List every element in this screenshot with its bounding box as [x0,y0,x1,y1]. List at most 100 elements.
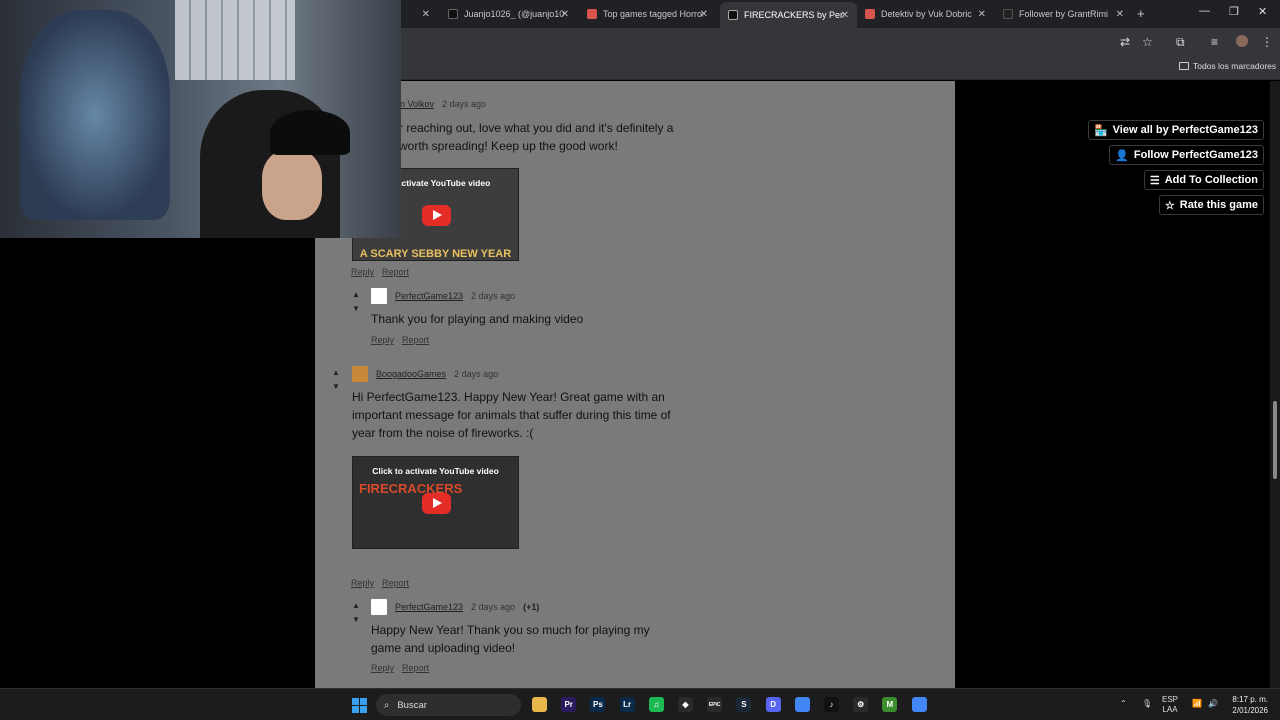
vote-controls: ▲ ▼ [349,288,363,316]
youtube-activate-caption: Click to activate YouTube video [372,466,499,476]
epic-icon[interactable]: EPIC [707,697,723,712]
comment-body: Thank you for playing and making video [371,312,584,326]
comment-meta: BoogadooGames 2 days ago [352,366,498,382]
tab-title: Detektiv by Vuk Dobric [881,9,972,19]
vote-controls: ▲ ▼ [329,366,343,394]
streamer-cap [270,110,350,155]
reply-link[interactable]: Reply [351,578,374,588]
tab-close-icon[interactable]: ✕ [561,9,569,20]
comment-date: 2 days ago [454,369,499,379]
chrome-2-icon[interactable] [911,697,927,712]
follow-user-icon: 👤 [1115,149,1129,162]
maximize-button[interactable]: ❐ [1229,5,1239,18]
streamer-face [262,150,322,220]
bookmarks-folder-label: Todos los marcadores [1193,61,1277,71]
avatar[interactable] [352,366,368,382]
tab-firecrackers[interactable]: FIRECRACKERS by Perfect ✕ [720,2,857,28]
file-explorer-icon[interactable] [532,697,547,712]
comment-meta: PerfectGame123 2 days ago [371,288,515,304]
all-bookmarks-folder[interactable]: Todos los marcadores [1179,61,1276,71]
windows-start-icon[interactable] [352,698,367,713]
language-indicator[interactable]: ESP LAA [1162,695,1178,715]
wifi-icon[interactable]: 📶 [1192,699,1202,709]
upvote-icon[interactable]: ▲ [349,599,363,613]
youtube-play-icon[interactable] [422,205,451,226]
report-link[interactable]: Report [402,663,429,673]
comment-author[interactable]: BoogadooGames [376,369,446,379]
rate-game-button[interactable]: ☆ Rate this game [1158,195,1264,215]
microphone-icon[interactable]: 🎙 [1142,699,1152,709]
reply-link[interactable]: Reply [351,267,374,277]
tab-tiktok[interactable]: Juanjo1026_ (@juanjo102 ✕ [440,4,577,24]
tab-close-icon[interactable]: ✕ [978,9,986,20]
new-tab-button[interactable]: + [1137,6,1145,21]
downvote-icon[interactable]: ▼ [349,302,363,316]
tab-top-horror[interactable]: Top games tagged Horror ✕ [579,4,716,24]
add-to-collection-label: Add To Collection [1164,174,1258,186]
profile-avatar[interactable] [1236,35,1248,47]
tab-0[interactable]: ✕ [402,4,438,24]
page-scrollbar[interactable] [1270,81,1280,688]
comment-author[interactable]: PerfectGame123 [395,291,463,301]
bookmark-star-icon[interactable]: ☆ [1142,35,1153,49]
downvote-icon[interactable]: ▼ [349,613,363,627]
media-controls-icon[interactable]: ≡ [1211,35,1218,49]
reply-link[interactable]: Reply [371,335,394,345]
tab-close-icon[interactable]: ✕ [422,9,430,20]
reply-link[interactable]: Reply [371,663,394,673]
close-window-button[interactable]: ✕ [1258,5,1267,18]
chrome-icon[interactable] [794,697,810,712]
taskbar-search[interactable]: ⌕ Buscar [376,694,521,716]
tab-close-icon[interactable]: ✕ [841,10,849,21]
tab-close-icon[interactable]: ✕ [700,9,708,20]
menu-kebab-icon[interactable]: ⋮ [1261,35,1273,49]
follow-button[interactable]: 👤 Follow PerfectGame123 [1109,145,1264,165]
tab-title: Follower by GrantRimi [1019,9,1109,19]
tiktok-icon[interactable]: ♪ [824,697,839,712]
steam-icon[interactable]: S [736,697,752,712]
tab-follower[interactable]: Follower by GrantRimi ✕ [995,4,1132,24]
scrollbar-thumb[interactable] [1273,401,1277,479]
tab-close-icon[interactable]: ✕ [1116,9,1124,20]
star-icon: ☆ [1164,199,1175,212]
windows-taskbar: ⌕ Buscar Pr Ps Lr ♫ ◆ EPIC S D ♪ ⚙ M ⌃ 🎙 ESP LAA 📶… [0,688,1280,720]
translate-icon[interactable]: ⇄ [1120,35,1130,49]
downvote-icon[interactable]: ▼ [329,380,343,394]
view-all-button[interactable]: 🏪 View all by PerfectGame123 [1087,120,1264,140]
webcam-overlay [0,0,401,238]
minimize-button[interactable]: — [1199,5,1210,17]
youtube-embed[interactable]: Click to activate YouTube video FIRECRAC… [352,456,519,549]
avatar[interactable] [371,288,387,304]
comment-actions: Reply Report [351,267,409,277]
comment-author[interactable]: PerfectGame123 [395,602,463,612]
minecraft-icon[interactable]: M [882,697,898,712]
comment-date: 2 days ago [471,291,516,301]
follow-label: Follow PerfectGame123 [1133,149,1258,161]
discord-icon[interactable]: D [765,697,781,712]
avatar[interactable] [371,599,387,615]
video-thumbnail-banner: A SCARY SEBBY NEW YEAR [359,248,512,260]
rate-game-label: Rate this game [1179,199,1258,211]
tab-detektiv[interactable]: Detektiv by Vuk Dobric ✕ [857,4,994,24]
settings-icon[interactable]: ⚙ [853,697,869,712]
itch-favicon-icon [587,9,597,19]
spotify-icon[interactable]: ♫ [648,697,664,712]
lightroom-icon[interactable]: Lr [619,697,635,712]
itch-favicon-icon [865,9,875,19]
report-link[interactable]: Report [402,335,429,345]
youtube-play-icon[interactable] [422,493,451,514]
volume-icon[interactable]: 🔊 [1208,699,1218,709]
show-hidden-icons[interactable]: ⌃ [1120,699,1127,709]
tab-title: Juanjo1026_ (@juanjo102 [464,9,564,19]
app-6-icon[interactable]: ◆ [678,697,693,712]
clock-time: 8:17 p. m. [1232,695,1268,704]
premiere-icon[interactable]: Pr [561,697,577,712]
system-clock[interactable]: 8:17 p. m. 2/01/2026 [1222,694,1268,716]
upvote-icon[interactable]: ▲ [329,366,343,380]
photoshop-icon[interactable]: Ps [590,697,606,712]
add-to-collection-button[interactable]: ☰ Add To Collection [1143,170,1264,190]
upvote-icon[interactable]: ▲ [349,288,363,302]
extensions-icon[interactable]: ⧉ [1176,35,1185,50]
report-link[interactable]: Report [382,267,409,277]
report-link[interactable]: Report [382,578,409,588]
